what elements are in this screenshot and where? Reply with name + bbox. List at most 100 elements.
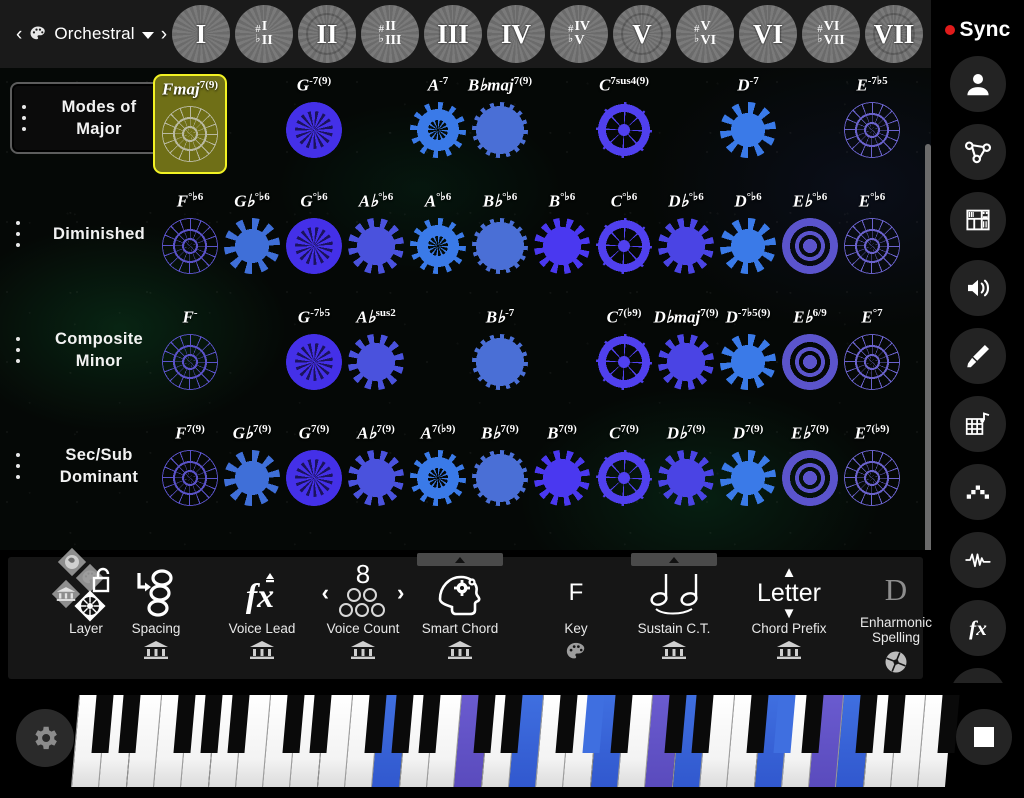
degree-button-VI[interactable]: VI [739,5,797,63]
chord-cell[interactable]: A♭°♭6 [345,190,407,294]
chord-cell[interactable]: G7(9) [283,422,345,526]
preset-prev-button[interactable]: ‹ [16,25,22,44]
chord-cell[interactable]: D7(9) [717,422,779,526]
row-menu-dots-icon[interactable] [16,337,22,363]
chord-cell[interactable]: D♭maj7(9) [653,306,719,410]
chord-cell[interactable]: E♭7(9) [779,422,841,526]
degree-button-#I[interactable]: # ♭ I II [235,5,293,63]
degree-button-#VI[interactable]: # ♭ VI VII [802,5,860,63]
chord-cell[interactable]: B♭maj7(9) [468,74,532,178]
chord-cell[interactable]: D-7 [717,74,779,178]
chord-cell[interactable]: A-7 [407,74,469,178]
degree-button-#II[interactable]: # ♭ II III [361,5,419,63]
toolbar-bank-icon[interactable] [776,641,802,659]
toolbar-bank-icon[interactable] [350,641,376,659]
chord-cell[interactable]: C7sus4(9) [593,74,655,178]
chord-cell[interactable]: C7(9) [593,422,655,526]
chord-prefix-stepper[interactable]: ▲ Letter ▼ [757,565,821,621]
unlock-icon[interactable] [90,565,116,600]
chord-cell[interactable]: A7(♭9) [407,422,469,526]
degree-button-VII[interactable]: VII [865,5,923,63]
toolbar-voice-count[interactable]: ‹ 8 › Voice Count [308,557,418,679]
chord-cell[interactable]: E°♭6 [841,190,903,294]
chord-cell[interactable]: E°7 [841,306,903,410]
chord-cell[interactable]: E♭°♭6 [779,190,841,294]
chord-cell[interactable]: A♭7(9) [345,422,407,526]
toolbar-voice-lead[interactable]: fx Voice Lead [214,557,310,679]
toolbar-spacing[interactable]: Spacing [108,557,204,679]
rail-button-volume[interactable] [949,260,1006,316]
voice-count-icon[interactable]: ‹ 8 › [322,561,404,621]
fx-italic-icon[interactable]: fx [236,565,288,621]
degree-button-I[interactable]: I [172,5,230,63]
degree-button-IV[interactable]: IV [487,5,545,63]
head-gears-icon[interactable] [434,565,486,621]
chord-cell[interactable]: A°♭6 [407,190,469,294]
chord-cell[interactable]: Fmaj7(9) [153,74,227,174]
row-menu-dots-icon[interactable] [16,453,22,479]
rail-button-account[interactable] [949,56,1006,112]
piano-keyboard[interactable] [0,683,1024,798]
toolbar-sustain-ct[interactable]: Sustain C.T. [626,553,722,679]
rail-button-steps[interactable] [949,464,1006,520]
chord-cell[interactable]: D°♭6 [717,190,779,294]
chord-cell[interactable]: E♭6/9 [779,306,841,410]
row-menu-dots-icon[interactable] [16,221,22,247]
chord-cell[interactable]: F°♭6 [159,190,221,294]
toolbar-bank-icon[interactable] [447,641,473,659]
toolbar-slider-handle[interactable] [631,553,717,566]
preset-selector[interactable]: ‹ Orchestral › [0,24,172,44]
voice-count-stepper[interactable]: ‹ 8 › [322,561,404,626]
toolbar-key[interactable]: F Key [528,557,624,679]
rail-button-mixer[interactable] [949,192,1006,248]
toolbar-bank-icon[interactable] [661,641,687,659]
keyboard-keys[interactable] [70,683,960,798]
row-label-button[interactable]: Sec/Sub Dominant [10,430,170,502]
chord-cell[interactable]: D-7♭5(9) [717,306,779,410]
toolbar-bank-icon[interactable] [249,641,275,659]
chord-cell[interactable]: A♭sus2 [345,306,407,410]
chord-cell[interactable]: D♭°♭6 [655,190,717,294]
sync-status[interactable]: Sync [944,18,1011,42]
rail-button-share[interactable] [949,124,1006,180]
toolbar-bank-icon[interactable] [143,641,169,659]
enharmonic-icon[interactable]: D [885,565,907,615]
chevron-down-icon[interactable] [141,32,154,39]
chevron-up-icon[interactable]: ▲ [782,565,797,580]
chord-cell[interactable]: G-7♭5 [283,306,345,410]
chord-cell[interactable]: B♭°♭6 [469,190,531,294]
toolbar-chord-prefix[interactable]: ▲ Letter ▼ Chord Prefix [724,557,854,679]
voice-count-decrement[interactable]: ‹ [322,582,329,604]
key-letter-icon[interactable]: F [569,565,584,621]
rail-button-fx[interactable]: fx [949,600,1006,656]
chord-cell[interactable]: E-7♭5 [841,74,903,178]
chord-cell[interactable]: G°♭6 [283,190,345,294]
settings-gear-icon[interactable] [16,709,74,767]
chord-cell[interactable]: F- [159,306,221,410]
rail-button-waveform[interactable] [949,532,1006,588]
two-notes-icon[interactable] [645,565,703,621]
row-label-button[interactable]: Modes of Major [10,82,170,154]
chord-cell[interactable]: B♭-7 [469,306,531,410]
degree-button-V[interactable]: V [613,5,671,63]
chord-cell[interactable]: E7(♭9) [841,422,903,526]
chord-cell[interactable]: C°♭6 [593,190,655,294]
chord-cell[interactable]: G♭7(9) [221,422,283,526]
chord-cell[interactable]: B°♭6 [531,190,593,294]
degree-button-#V[interactable]: # ♭ V VI [676,5,734,63]
preset-name[interactable]: Orchestral [54,24,134,44]
chord-cell[interactable]: B♭7(9) [469,422,531,526]
chord-cell[interactable]: B7(9) [531,422,593,526]
toolbar-smart-chord[interactable]: Smart Chord [412,553,508,679]
chord-cell[interactable]: G-7(9) [283,74,345,178]
chord-prefix-icon[interactable]: ▲ Letter ▼ [757,565,821,621]
row-menu-dots-icon[interactable] [22,105,28,131]
rail-button-sequencer[interactable] [949,396,1006,452]
row-label-button[interactable]: Diminished [10,198,170,270]
row-label-button[interactable]: Composite Minor [10,314,170,386]
stop-square-icon[interactable] [956,709,1012,765]
toolbar-slider-handle[interactable] [417,553,503,566]
degree-button-III[interactable]: III [424,5,482,63]
voice-count-increment[interactable]: › [397,582,404,604]
degree-button-II[interactable]: II [298,5,356,63]
